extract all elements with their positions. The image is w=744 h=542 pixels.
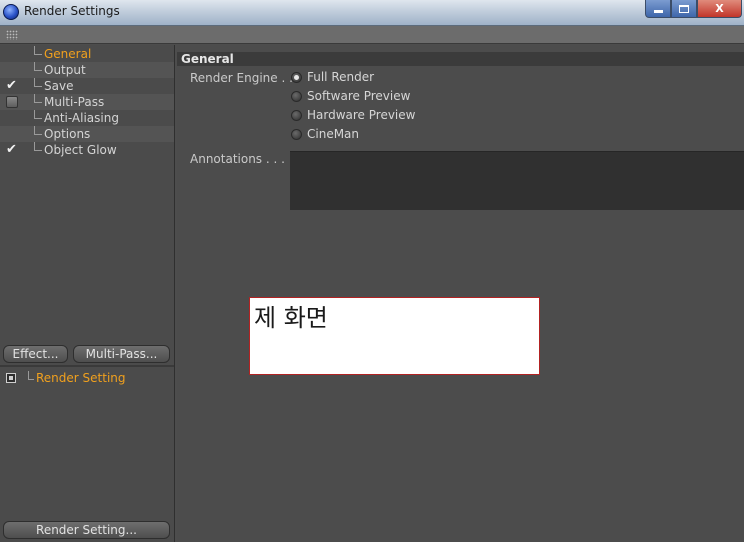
sidebar-item-label: Object Glow [44,143,117,157]
multi-pass-button[interactable]: Multi-Pass... [73,345,170,363]
tree-branch-line [28,371,34,380]
effect-button[interactable]: Effect... [3,345,68,363]
sidebar-item-multi-pass[interactable]: Multi-Pass [0,94,174,110]
radio-full-render[interactable] [291,72,302,83]
radio-label-hardware-preview[interactable]: Hardware Preview [307,108,415,122]
radio-cineman[interactable] [291,129,302,140]
close-button[interactable]: X [697,0,742,18]
render-setting-node-label[interactable]: Render Setting [36,371,126,385]
sidebar-item-label: Anti-Aliasing [44,111,119,125]
sidebar-item-label: Output [44,63,86,77]
maximize-icon [679,4,689,13]
render-setting-node-icon[interactable] [6,373,16,383]
window-title: Render Settings [24,4,120,18]
checkmark-icon[interactable]: ✔ [6,142,17,157]
radio-hardware-preview[interactable] [291,110,302,121]
sidebar-item-label: Save [44,79,74,93]
sidebar-item-label: General [44,47,92,61]
tree-branch-line [34,142,42,151]
tree-branch-line [34,110,42,119]
title-bar: Render Settings X [0,0,744,26]
render-engine-label: Render Engine . . [190,71,293,85]
main-panel [177,45,744,542]
overlay-caption-text: 제 화면 [254,304,328,332]
sidebar-item-options[interactable]: Options [0,126,174,142]
sidebar-item-label: Multi-Pass [44,95,105,109]
tree-branch-line [34,46,42,55]
radio-label-cineman[interactable]: CineMan [307,127,359,141]
overlay-caption-box: 제 화면 [249,297,540,375]
close-icon: X [715,2,724,15]
minimize-button[interactable] [645,0,671,18]
render-setting-button[interactable]: Render Setting... [3,521,170,539]
tree-branch-line [34,126,42,135]
annotations-label: Annotations . . . . . [190,152,301,166]
sidebar-item-general[interactable]: General [0,46,174,62]
tree-branch-line [34,78,42,87]
grip-icon[interactable] [6,30,18,40]
toolbar [0,26,744,44]
multi-pass-checkbox[interactable] [6,96,18,108]
checkmark-icon[interactable]: ✔ [6,78,17,93]
minimize-icon [653,10,663,13]
section-title: General [177,52,744,66]
panel-divider [0,365,174,367]
maximize-button[interactable] [671,0,697,18]
radio-software-preview[interactable] [291,91,302,102]
radio-label-full-render[interactable]: Full Render [307,70,374,84]
sidebar-item-object-glow[interactable]: ✔ Object Glow [0,142,174,158]
radio-label-software-preview[interactable]: Software Preview [307,89,410,103]
tree-branch-line [34,62,42,71]
sidebar-item-label: Options [44,127,91,141]
sidebar-item-output[interactable]: Output [0,62,174,78]
sidebar-item-anti-aliasing[interactable]: Anti-Aliasing [0,110,174,126]
app-sphere-icon [3,4,19,20]
annotations-field[interactable] [290,151,744,210]
tree-branch-line [34,94,42,103]
sidebar-item-save[interactable]: ✔ Save [0,78,174,94]
